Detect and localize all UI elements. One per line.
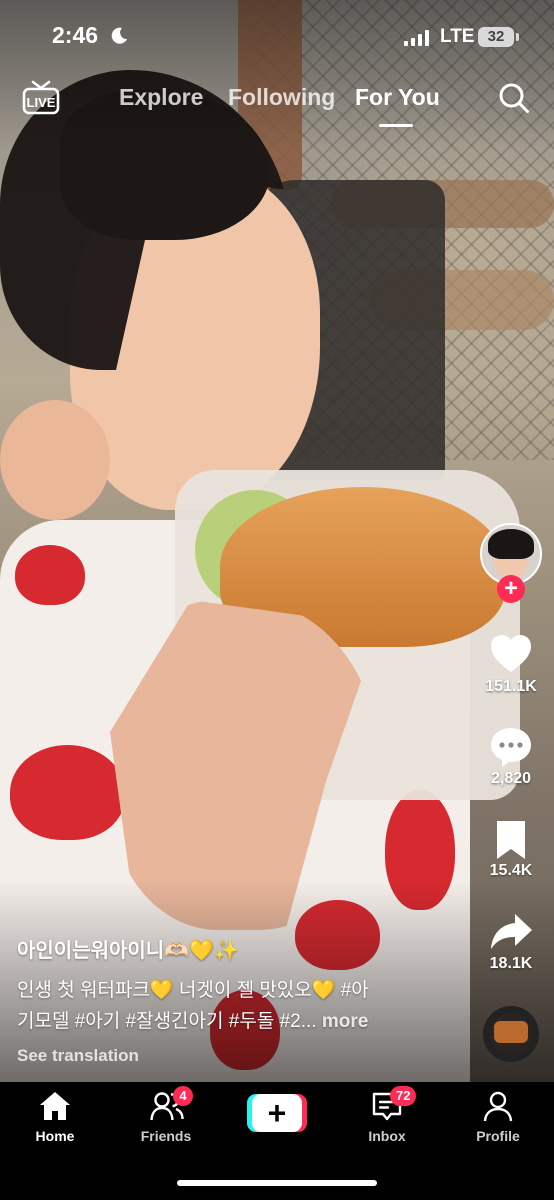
inbox-badge: 72 bbox=[390, 1086, 417, 1106]
nav-inbox-label: Inbox bbox=[368, 1128, 406, 1144]
nav-profile[interactable]: Profile bbox=[443, 1082, 553, 1162]
like-heart-icon[interactable] bbox=[489, 632, 533, 676]
live-icon[interactable]: LIVE bbox=[22, 80, 60, 116]
network-type: LTE bbox=[440, 26, 475, 47]
profile-person-icon bbox=[483, 1091, 513, 1122]
battery-indicator: 32 bbox=[478, 27, 514, 47]
follow-button[interactable]: + bbox=[497, 575, 525, 603]
nav-home-label: Home bbox=[35, 1128, 75, 1144]
comment-count: 2,820 bbox=[490, 770, 532, 787]
child-ear bbox=[0, 400, 110, 520]
tab-explore[interactable]: Explore bbox=[119, 84, 203, 111]
nav-inbox[interactable]: 72 Inbox bbox=[332, 1082, 442, 1162]
see-translation-link[interactable]: See translation bbox=[17, 1046, 139, 1066]
active-tab-underline bbox=[379, 124, 413, 127]
caption-more-link[interactable]: more bbox=[322, 1011, 368, 1032]
comment-icon[interactable] bbox=[489, 725, 533, 769]
save-count: 15.4K bbox=[489, 862, 533, 879]
battery-tip bbox=[516, 33, 519, 41]
video-player[interactable] bbox=[0, 0, 554, 1082]
create-button[interactable]: + bbox=[247, 1094, 307, 1132]
tab-following[interactable]: Following bbox=[228, 84, 335, 111]
home-icon bbox=[40, 1092, 70, 1120]
cellular-signal-icon bbox=[404, 30, 430, 46]
live-label: LIVE bbox=[27, 95, 56, 110]
search-icon[interactable] bbox=[498, 82, 530, 114]
shirt-heart-pattern bbox=[15, 545, 85, 605]
nav-friends-label: Friends bbox=[140, 1128, 192, 1144]
nav-home[interactable]: Home bbox=[0, 1082, 110, 1162]
caption-text-line-1: 인생 첫 워터파크💛 너겟이 젤 맛있오💛 #아 bbox=[17, 980, 369, 1001]
tab-for-you[interactable]: For You bbox=[355, 84, 440, 111]
sound-cover-image bbox=[494, 1021, 528, 1043]
bookmark-icon[interactable] bbox=[489, 818, 533, 862]
create-plus-icon: + bbox=[252, 1094, 302, 1132]
avatar-hair bbox=[488, 529, 534, 559]
creator-username[interactable]: 아인이는워아이니🫶🏻💛✨ bbox=[17, 934, 239, 963]
sound-disc[interactable] bbox=[483, 1006, 539, 1062]
like-count: 151.1K bbox=[485, 678, 537, 695]
status-time: 2:46 bbox=[52, 22, 99, 48]
share-count: 18.1K bbox=[489, 955, 533, 972]
friends-badge: 4 bbox=[173, 1086, 193, 1106]
caption-text-line-2: 기모델 #아기 #잘생긴아기 #두돌 #2... more bbox=[17, 1006, 368, 1033]
shirt-heart-pattern bbox=[10, 745, 125, 840]
do-not-disturb-moon-icon bbox=[111, 27, 127, 44]
caption-text-line-2-body: 기모델 #아기 #잘생긴아기 #두돌 #2... bbox=[17, 1011, 317, 1032]
share-arrow-icon[interactable] bbox=[489, 910, 533, 954]
home-indicator[interactable] bbox=[177, 1180, 377, 1186]
nav-friends[interactable]: 4 Friends bbox=[111, 1082, 221, 1162]
nav-profile-label: Profile bbox=[476, 1128, 520, 1144]
